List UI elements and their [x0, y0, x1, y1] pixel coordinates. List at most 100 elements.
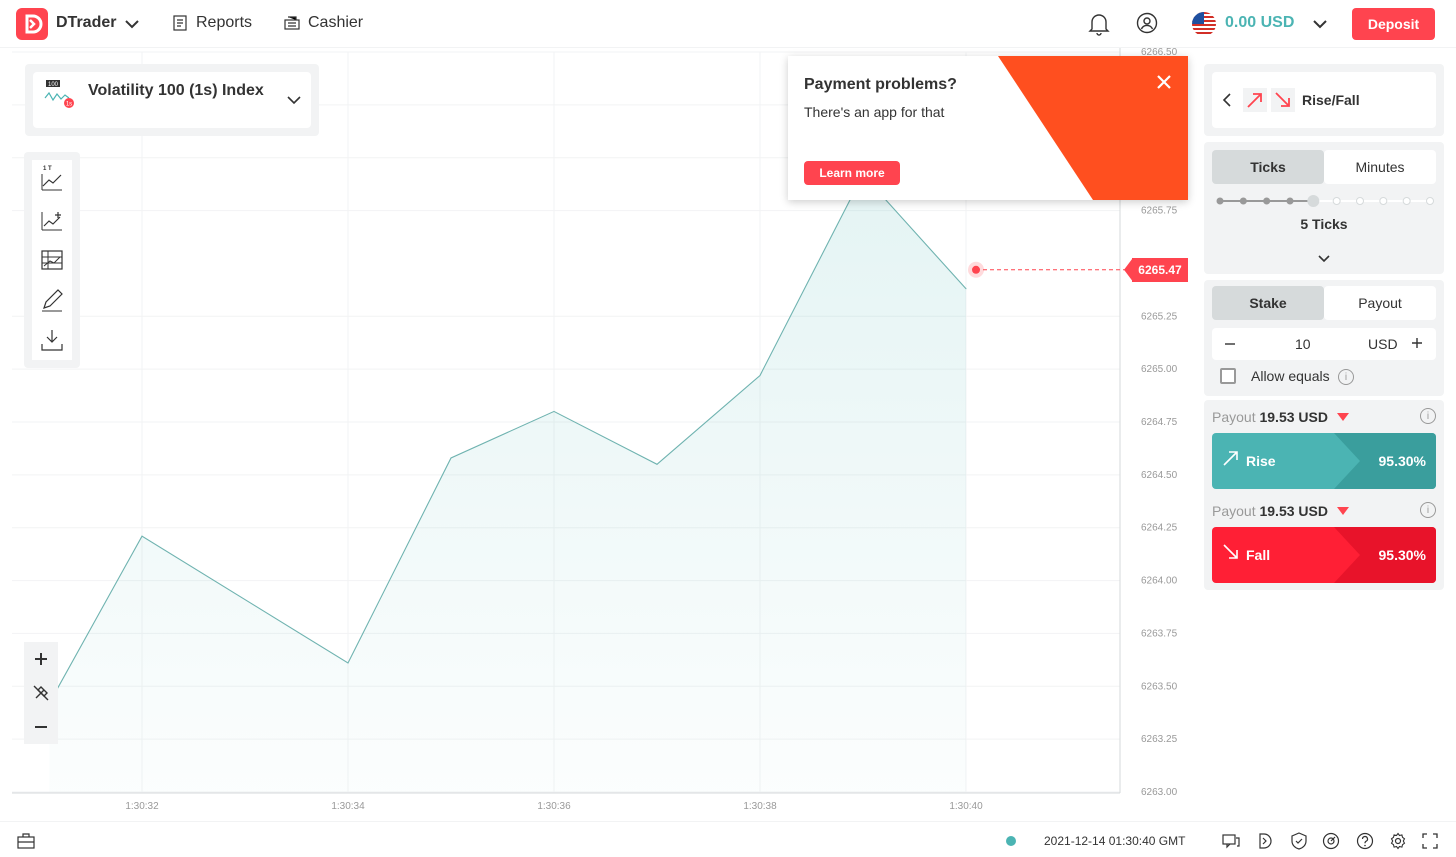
price-point	[450, 457, 452, 459]
x-tick-label: 1:30:36	[537, 801, 571, 812]
zoom-out-button[interactable]	[24, 710, 58, 744]
payment-problems-banner: Payment problems? There's an app for tha…	[788, 56, 1188, 200]
slider-tick[interactable]	[1426, 197, 1434, 205]
y-tick-label: 6263.75	[1141, 628, 1178, 639]
y-tick-label: 6263.25	[1141, 734, 1178, 745]
account-balance[interactable]: 0.00 USD	[1225, 14, 1294, 32]
learn-more-button[interactable]: Learn more	[804, 161, 900, 185]
price-point	[656, 463, 658, 465]
slider-tick[interactable]	[1239, 197, 1247, 205]
y-tick-label: 6265.25	[1141, 311, 1178, 322]
info-icon[interactable]: i	[1420, 502, 1436, 518]
info-icon[interactable]: i	[1338, 369, 1354, 385]
tab-stake[interactable]: Stake	[1212, 286, 1324, 320]
fall-arrow-icon	[1222, 543, 1240, 564]
templates-icon[interactable]	[40, 248, 64, 272]
slider-tick[interactable]	[1216, 197, 1224, 205]
allow-equals-label: Allow equals	[1251, 368, 1330, 384]
svg-text:100: 100	[48, 82, 59, 88]
nav-reports[interactable]: Reports	[172, 14, 252, 32]
chart-type-icon[interactable]: 1 T	[40, 164, 64, 191]
indicators-icon[interactable]	[40, 208, 64, 232]
slider-tick[interactable]	[1332, 197, 1341, 205]
slider-tick[interactable]	[1263, 197, 1271, 205]
nav-reports-label: Reports	[196, 14, 253, 31]
increment-button[interactable]	[1411, 333, 1423, 354]
top-header: DTrader Reports Cashier 0.00 USD Deposit	[0, 0, 1456, 48]
x-tick-label: 1:30:34	[331, 801, 365, 812]
ticks-slider[interactable]	[1212, 192, 1436, 210]
y-tick-label: 6264.00	[1141, 576, 1178, 587]
notifications-bell-icon[interactable]	[1088, 12, 1110, 41]
stake-currency: USD	[1368, 336, 1398, 352]
x-tick-label: 1:30:32	[125, 801, 159, 812]
spot-dot	[972, 265, 980, 274]
tab-payout[interactable]: Payout	[1324, 286, 1436, 320]
rise-payout-amount: 19.53 USD	[1259, 409, 1328, 425]
price-point	[759, 374, 761, 376]
deriv-logo-icon[interactable]	[16, 8, 48, 40]
account-limits-icon[interactable]	[1322, 832, 1340, 855]
account-profile-icon[interactable]	[1136, 12, 1158, 39]
help-icon[interactable]	[1356, 832, 1374, 855]
chevron-down-icon[interactable]	[1316, 252, 1332, 271]
banner-subtitle: There's an app for that	[804, 104, 945, 120]
fall-label: Fall	[1246, 547, 1271, 563]
drawing-tools-pencil-icon[interactable]	[40, 288, 64, 312]
platform-switcher-label[interactable]: DTrader	[56, 14, 116, 32]
chevron-down-icon[interactable]	[1312, 16, 1328, 37]
trade-type-label: Rise/Fall	[1302, 92, 1360, 108]
chevron-down-icon[interactable]	[286, 92, 302, 113]
allow-equals-checkbox[interactable]	[1220, 368, 1236, 384]
stake-value[interactable]: 10	[1295, 336, 1311, 352]
close-icon[interactable]	[1154, 72, 1174, 97]
nav-cashier[interactable]: Cashier	[284, 14, 363, 32]
fullscreen-icon[interactable]	[1421, 832, 1439, 855]
fall-payout-amount: 19.53 USD	[1259, 503, 1328, 519]
slider-tick[interactable]	[1286, 197, 1294, 205]
symbol-name[interactable]: Volatility 100 (1s) Index	[88, 82, 264, 100]
slider-tick[interactable]	[1402, 197, 1411, 205]
fall-arrow-icon	[1271, 88, 1295, 112]
volatility-index-icon: 100 1s	[44, 80, 78, 115]
y-tick-label: 6263.00	[1141, 787, 1178, 798]
chat-icon[interactable]	[1222, 832, 1240, 855]
cashier-icon	[284, 16, 300, 30]
fall-button[interactable]: Fall 95.30%	[1212, 527, 1436, 583]
positions-briefcase-icon[interactable]	[16, 832, 36, 855]
zoom-in-button[interactable]	[24, 642, 58, 676]
network-status-indicator	[1006, 836, 1016, 846]
decrement-button[interactable]	[1224, 334, 1236, 355]
price-point	[965, 288, 967, 290]
reports-icon	[173, 15, 187, 31]
settings-gear-icon[interactable]	[1389, 832, 1407, 855]
server-time: 2021-12-14 01:30:40 GMT	[1044, 834, 1186, 848]
price-area-fill	[49, 174, 967, 793]
payout-decrease-icon	[1337, 507, 1349, 515]
rise-arrow-icon	[1222, 449, 1240, 470]
minus-icon	[1225, 343, 1235, 345]
chevron-left-icon[interactable]	[1220, 92, 1234, 113]
stake-field[interactable]	[1212, 328, 1436, 360]
info-icon[interactable]: i	[1420, 408, 1436, 424]
rise-button[interactable]: Rise 95.30%	[1212, 433, 1436, 489]
tab-ticks[interactable]: Ticks	[1212, 150, 1324, 184]
download-icon[interactable]	[40, 328, 64, 352]
tab-minutes[interactable]: Minutes	[1324, 150, 1436, 184]
usd-flag-icon	[1192, 12, 1216, 36]
responsible-trading-shield-icon[interactable]	[1290, 832, 1308, 855]
deriv-go-icon[interactable]	[1256, 832, 1274, 855]
y-tick-label: 6265.75	[1141, 206, 1178, 217]
crosshair-toggle-button[interactable]	[24, 676, 58, 710]
deposit-button[interactable]: Deposit	[1352, 8, 1435, 40]
slider-tick[interactable]	[1307, 195, 1320, 207]
y-tick-label: 6264.50	[1141, 470, 1178, 481]
slider-tick[interactable]	[1379, 197, 1388, 205]
minus-icon	[35, 726, 47, 728]
slider-tick[interactable]	[1356, 197, 1364, 205]
price-point	[141, 535, 143, 537]
chevron-down-icon[interactable]	[124, 16, 140, 37]
rise-percentage: 95.30%	[1378, 453, 1426, 469]
fall-payout: Payout 19.53 USD	[1212, 503, 1328, 519]
footer: 2021-12-14 01:30:40 GMT	[0, 821, 1456, 857]
